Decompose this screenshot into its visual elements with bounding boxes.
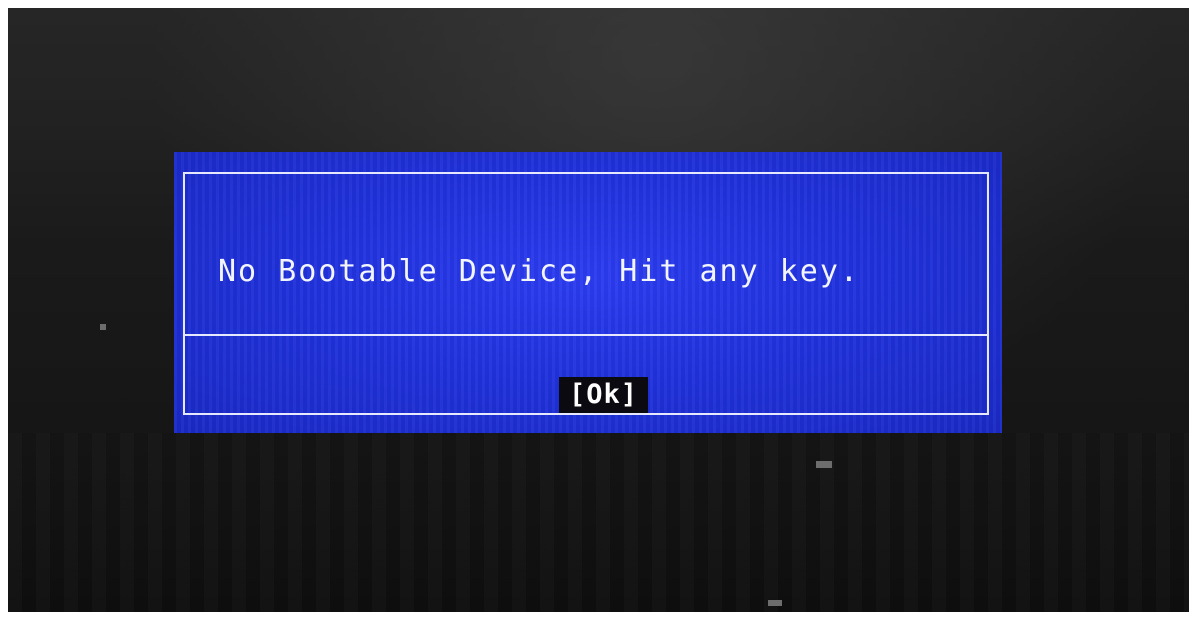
dialog-frame: No Bootable Device, Hit any key. [Ok] <box>183 172 989 415</box>
screen-speck <box>768 600 782 606</box>
no-boot-device-dialog: No Bootable Device, Hit any key. [Ok] <box>174 152 1002 433</box>
monitor-photo: No Bootable Device, Hit any key. [Ok] <box>8 8 1189 612</box>
screen-speck <box>816 461 832 468</box>
screen-speck <box>100 324 106 330</box>
error-message: No Bootable Device, Hit any key. <box>218 254 860 289</box>
ok-button[interactable]: [Ok] <box>559 377 648 413</box>
monitor-bezel <box>8 433 1189 612</box>
dialog-divider <box>185 334 987 336</box>
